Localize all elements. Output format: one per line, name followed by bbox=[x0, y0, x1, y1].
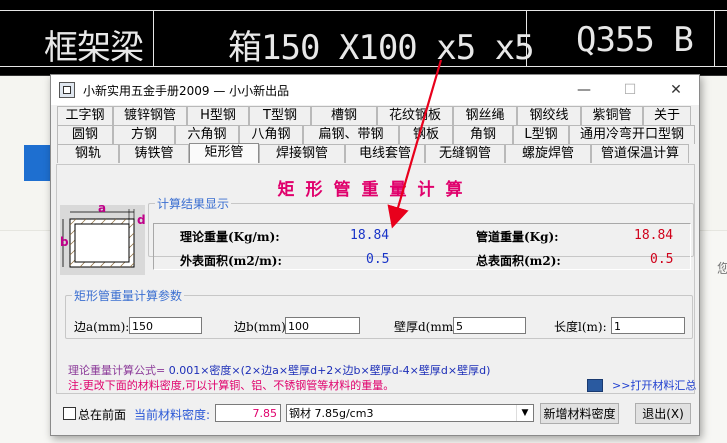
always-on-top-label[interactable]: 总在前面 bbox=[78, 406, 126, 423]
minimize-button[interactable]: — bbox=[561, 75, 607, 105]
formula-label: 理论重量计算公式= bbox=[68, 364, 166, 377]
material-select-value: 钢材 7.85g/cm3 bbox=[289, 407, 374, 420]
cad-line bbox=[0, 10, 727, 11]
cad-line bbox=[714, 10, 715, 67]
tab-channel[interactable]: 槽钢 bbox=[311, 106, 377, 125]
tab-wire-rope[interactable]: 钢丝绳 bbox=[453, 106, 517, 125]
tab-seamless-pipe[interactable]: 无缝钢管 bbox=[425, 144, 505, 163]
side-b-input[interactable]: 100 bbox=[285, 317, 360, 334]
bottom-bar: 总在前面 当前材料密度: 7.85 钢材 7.85g/cm3 ▼ 新增材料密度 … bbox=[51, 400, 699, 433]
tab-plate[interactable]: 钢板 bbox=[399, 125, 453, 144]
tab-t-beam[interactable]: T型钢 bbox=[249, 106, 311, 125]
open-material-summary-link[interactable]: >>打开材料汇总 bbox=[612, 377, 696, 393]
results-panel: 理论重量(Kg/m): 18.84 管道重量(Kg): 18.84 外表面积(m… bbox=[153, 223, 691, 270]
tab-cast-iron-pipe[interactable]: 铸铁管 bbox=[119, 144, 189, 163]
diagram-label-a: a bbox=[98, 201, 107, 215]
results-legend: 计算结果显示 bbox=[157, 197, 230, 211]
background-button[interactable] bbox=[24, 145, 50, 181]
tab-square-bar[interactable]: 方钢 bbox=[113, 125, 175, 144]
formula-text: 理论重量计算公式= 0.001×密度×(2×边a×壁厚d+2×边b×壁厚d-4×… bbox=[68, 362, 490, 378]
cad-line bbox=[153, 10, 154, 67]
tab-galvanized-pipe[interactable]: 镀锌钢管 bbox=[113, 106, 187, 125]
cad-text-grade: Q355 B bbox=[576, 20, 694, 60]
tab-about[interactable]: 关于 bbox=[643, 106, 691, 125]
app-window: 小新实用五金手册2009 — 小小新出品 — ☐ ✕ 工字钢 镀锌钢管 H型钢 … bbox=[50, 74, 700, 436]
length-label: 长度l(m): bbox=[554, 320, 607, 334]
window-controls: — ☐ ✕ bbox=[561, 75, 699, 105]
tab-oct-bar[interactable]: 八角钢 bbox=[239, 125, 303, 144]
app-icon bbox=[59, 82, 75, 98]
tab-spiral-pipe[interactable]: 螺旋焊管 bbox=[505, 144, 591, 163]
tab-strip: 工字钢 镀锌钢管 H型钢 T型钢 槽钢 花纹钢板 钢丝绳 钢绞线 紫铜管 关于 … bbox=[57, 106, 697, 163]
maximize-button[interactable]: ☐ bbox=[607, 75, 653, 105]
pipe-weight-label: 管道重量(Kg): bbox=[476, 230, 559, 244]
length-input[interactable]: 1 bbox=[611, 317, 685, 334]
tab-row-2: 圆钢 方钢 六角钢 八角钢 扁钢、带钢 钢板 角钢 L型钢 通用冷弯开口型钢 bbox=[57, 125, 697, 144]
tab-flat-bar[interactable]: 扁钢、带钢 bbox=[303, 125, 399, 144]
tab-checker-plate[interactable]: 花纹钢板 bbox=[377, 106, 453, 125]
wall-thickness-label: 壁厚d(mm): bbox=[394, 320, 462, 334]
tab-l-beam[interactable]: L型钢 bbox=[513, 125, 569, 144]
tab-cold-formed[interactable]: 通用冷弯开口型钢 bbox=[569, 125, 695, 144]
side-a-label: 边a(mm): bbox=[74, 320, 130, 334]
tab-hex-bar[interactable]: 六角钢 bbox=[175, 125, 239, 144]
tab-conduit[interactable]: 电线套管 bbox=[345, 144, 425, 163]
window-title: 小新实用五金手册2009 — 小小新出品 bbox=[83, 83, 290, 98]
close-button[interactable]: ✕ bbox=[653, 75, 699, 105]
total-area-label: 总表面积(m2): bbox=[476, 254, 561, 268]
cad-text-beam: 框架梁 bbox=[44, 28, 144, 68]
tab-insulation-calc[interactable]: 管道保温计算 bbox=[591, 144, 689, 163]
title-bar[interactable]: 小新实用五金手册2009 — 小小新出品 — ☐ ✕ bbox=[51, 75, 699, 105]
tab-welded-pipe[interactable]: 焊接钢管 bbox=[259, 144, 345, 163]
cad-drawing-strip: 框架梁 箱150 X100 x5 x5 Q355 B bbox=[0, 0, 727, 76]
tab-angle[interactable]: 角钢 bbox=[453, 125, 513, 144]
density-input[interactable]: 7.85 bbox=[215, 404, 281, 422]
density-note: 注:更改下面的材料密度,可以计算铜、铝、不锈钢管等材料的重量。 bbox=[68, 379, 395, 392]
material-select[interactable]: 钢材 7.85g/cm3 ▼ bbox=[286, 404, 534, 422]
diagram-label-d: d bbox=[137, 213, 146, 227]
tab-row-1: 工字钢 镀锌钢管 H型钢 T型钢 槽钢 花纹钢板 钢丝绳 钢绞线 紫铜管 关于 bbox=[57, 106, 697, 125]
rect-tube-drawing bbox=[62, 209, 135, 268]
rect-tube-diagram: a b d bbox=[60, 201, 146, 275]
formula-body: 0.001×密度×(2×边a×壁厚d+2×边b×壁厚d-4×壁厚d×壁厚d) bbox=[168, 364, 491, 377]
current-density-label: 当前材料密度: bbox=[134, 408, 211, 422]
diagram-label-b: b bbox=[60, 235, 69, 249]
add-density-button[interactable]: 新增材料密度 bbox=[540, 403, 619, 424]
results-group: 计算结果显示 理论重量(Kg/m): 18.84 管道重量(Kg): 18.84… bbox=[148, 195, 694, 270]
side-b-label: 边b(mm): bbox=[234, 320, 290, 334]
tab-strand[interactable]: 钢绞线 bbox=[517, 106, 581, 125]
wall-thickness-input[interactable]: 5 bbox=[453, 317, 526, 334]
theory-weight-value: 18.84 bbox=[350, 228, 390, 243]
pipe-weight-value[interactable]: 18.84 bbox=[634, 228, 673, 243]
tab-rail[interactable]: 钢轨 bbox=[57, 144, 119, 163]
always-on-top-checkbox[interactable] bbox=[63, 407, 76, 420]
background-text: 您 bbox=[717, 262, 727, 277]
chevron-down-icon[interactable]: ▼ bbox=[516, 405, 533, 421]
tab-h-beam[interactable]: H型钢 bbox=[187, 106, 249, 125]
tab-round-bar[interactable]: 圆钢 bbox=[57, 125, 113, 144]
calculator-icon[interactable] bbox=[587, 379, 603, 392]
exit-button[interactable]: 退出(X) bbox=[635, 403, 691, 424]
tab-row-3: 钢轨 铸铁管 矩形管 焊接钢管 电线套管 无缝钢管 螺旋焊管 管道保温计算 bbox=[57, 143, 697, 163]
surface-area-value: 0.5 bbox=[366, 252, 390, 267]
tab-copper-pipe[interactable]: 紫铜管 bbox=[581, 106, 643, 125]
cad-text-section: 箱150 X100 x5 x5 bbox=[228, 28, 535, 68]
total-area-value[interactable]: 0.5 bbox=[650, 252, 673, 267]
theory-weight-label: 理论重量(Kg/m): bbox=[180, 230, 280, 244]
surface-area-label: 外表面积(m2/m): bbox=[180, 254, 282, 268]
side-a-input[interactable]: 150 bbox=[129, 317, 202, 334]
tab-rectangular-tube[interactable]: 矩形管 bbox=[189, 143, 259, 163]
params-legend: 矩形管重量计算参数 bbox=[74, 289, 183, 303]
params-group: 矩形管重量计算参数 边a(mm): 150 边b(mm): 100 壁厚d(mm… bbox=[65, 287, 693, 339]
tab-i-beam[interactable]: 工字钢 bbox=[57, 106, 113, 125]
tab-content: 矩形管重量计算 a b d 计算结果显示 理论重量(Kg/m): 18.84 管… bbox=[56, 164, 696, 394]
